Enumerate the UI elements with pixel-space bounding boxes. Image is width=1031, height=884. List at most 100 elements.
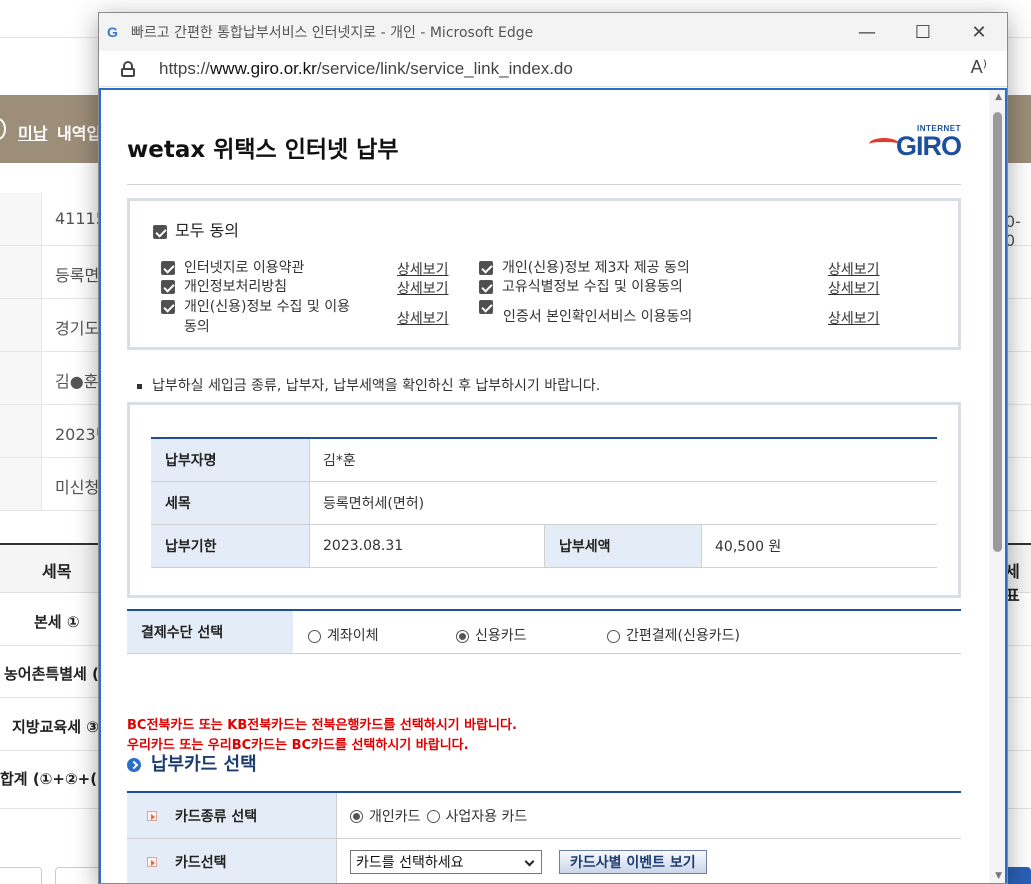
tax-amount-value: 40,500 원 <box>701 525 937 567</box>
payment-info-box: 납부자명 김*훈 세목 등록면허세(면허) 납부기한 2023.08.31 납부… <box>127 402 961 598</box>
background-button[interactable] <box>0 867 42 884</box>
agreement-label: 개인정보처리방침 <box>184 279 288 295</box>
agreement-detail-link[interactable]: 상세보기 <box>397 259 449 279</box>
agreement-detail-link[interactable]: 상세보기 <box>397 278 449 298</box>
table-row: 카드종류 선택 개인카드 사업자용 카드 <box>127 793 961 839</box>
bullet-arrow-icon <box>147 856 157 867</box>
agreement-label: 인터넷지로 이용약관 <box>184 260 305 276</box>
agreement-detail-link[interactable]: 상세보기 <box>828 278 880 298</box>
scroll-down-icon[interactable]: ▼ <box>995 871 1002 881</box>
agreement-item[interactable]: 고유식별정보 수집 및 이용동의 <box>479 277 683 297</box>
payment-method-label: 결제수단 선택 <box>127 611 293 653</box>
radio-icon[interactable] <box>308 629 321 643</box>
table-row: 납부자명 김*훈 <box>151 439 937 482</box>
card-type-label: 카드종류 선택 <box>127 793 336 838</box>
checkbox-icon[interactable] <box>161 280 175 294</box>
checkbox-icon[interactable] <box>161 300 175 314</box>
scrollbar-thumb[interactable] <box>993 112 1002 552</box>
background-banner-text: 내역입 <box>57 124 102 143</box>
agree-all-label: 모두 동의 <box>175 221 239 240</box>
maximize-icon: ☐ <box>914 21 932 43</box>
background-row-value: 미신청 <box>55 478 100 497</box>
popup-window: G 빠르고 간편한 통합납부서비스 인터넷지로 - 개인 - Microsoft… <box>98 12 1008 884</box>
agreement-detail-link[interactable]: 상세보기 <box>397 308 449 328</box>
agreement-label: 인증서 본인확인서비스 이용동의 <box>503 309 693 325</box>
title-bar: G 빠르고 간편한 통합납부서비스 인터넷지로 - 개인 - Microsoft… <box>99 13 1007 51</box>
address-bar[interactable]: https://www.giro.or.kr/service/link/serv… <box>99 51 1007 87</box>
background-table-header-label: 세표 <box>1005 562 1020 605</box>
checkbox-icon[interactable] <box>479 300 493 314</box>
minimize-icon: — <box>858 21 876 43</box>
agreement-label-continued: 동의 <box>184 319 210 335</box>
due-date-label: 납부기한 <box>151 525 309 567</box>
radio-icon[interactable] <box>607 629 620 643</box>
checkbox-icon[interactable] <box>479 280 493 294</box>
read-aloud-icon[interactable]: A⁾ <box>971 57 987 78</box>
agreement-detail-link[interactable]: 상세보기 <box>828 308 880 328</box>
due-date-value: 2023.08.31 <box>309 525 544 567</box>
checkbox-icon[interactable] <box>479 261 493 275</box>
tax-amount-label: 납부세액 <box>544 525 701 567</box>
card-type-options: 개인카드 사업자용 카드 <box>336 793 961 838</box>
background-row-value: 김●훈 <box>55 372 99 391</box>
card-event-button[interactable]: 카드사별 이벤트 보기 <box>559 849 707 874</box>
card-warning-1: BC전북카드 또는 KB전북카드는 전북은행카드를 선택하시기 바랍니다. <box>127 718 517 733</box>
payer-name-label: 납부자명 <box>151 439 309 481</box>
close-icon: ✕ <box>971 21 987 43</box>
background-table-cell: 농어촌특별세 ( <box>4 665 99 683</box>
table-row: 납부기한 2023.08.31 납부세액 40,500 원 <box>151 525 937 568</box>
page-content: ▲ ▼ wetax 위택스 인터넷 납부 INTERNET GIRO 모두 동의… <box>99 88 1007 883</box>
close-button[interactable]: ✕ <box>951 13 1007 51</box>
card-selection-table: 카드종류 선택 개인카드 사업자용 카드 카드선택 카드를 선택하세요 카드사별… <box>127 791 961 883</box>
agree-all-checkbox[interactable]: 모두 동의 <box>153 217 239 241</box>
radio-icon[interactable] <box>426 810 440 823</box>
maximize-button[interactable]: ☐ <box>895 13 951 51</box>
bullet-arrow-icon <box>147 810 157 821</box>
giro-logo: INTERNET GIRO <box>869 124 962 161</box>
agreement-item[interactable] <box>479 297 502 317</box>
payment-option-easy-pay[interactable]: 간편결제(신용카드) <box>607 625 740 645</box>
chevron-circle-icon <box>127 758 141 772</box>
vertical-scrollbar[interactable]: ▲ ▼ <box>989 90 1005 883</box>
payment-info-table: 납부자명 김*훈 세목 등록면허세(면허) 납부기한 2023.08.31 납부… <box>151 437 937 568</box>
lock-icon[interactable] <box>121 60 135 77</box>
tax-type-label: 세목 <box>151 482 309 524</box>
card-select-cell: 카드를 선택하세요 카드사별 이벤트 보기 <box>336 839 961 883</box>
background-table-header-label: 세목 <box>42 562 72 581</box>
payment-option-credit-card[interactable]: 신용카드 <box>456 625 527 645</box>
background-row-value: 등록면 <box>55 266 100 285</box>
background-table-cell: 본세 ① <box>34 613 80 631</box>
card-type-personal[interactable]: 개인카드 <box>350 806 421 826</box>
agreement-label: 고유식별정보 수집 및 이용동의 <box>502 279 683 295</box>
minimize-button[interactable]: — <box>839 13 895 51</box>
scroll-up-icon[interactable]: ▲ <box>995 92 1002 102</box>
payment-method-row: 결제수단 선택 계좌이체 신용카드 간편결제(신용카드) <box>127 609 961 654</box>
agreement-box: 모두 동의 인터넷지로 이용약관 상세보기 개인정보처리방침 상세보기 개인(신… <box>127 198 961 350</box>
background-row-value: 경기도 <box>55 319 100 338</box>
payer-name-value: 김*훈 <box>309 439 937 481</box>
window-title: 빠르고 간편한 통합납부서비스 인터넷지로 - 개인 - Microsoft E… <box>131 25 534 41</box>
tax-type-value: 등록면허세(면허) <box>309 482 937 524</box>
giro-logo-text: GIRO <box>895 131 962 161</box>
radio-selected-icon[interactable] <box>350 810 363 823</box>
agreement-detail-link[interactable]: 상세보기 <box>828 259 880 279</box>
agreement-item[interactable]: 인터넷지로 이용약관 <box>161 258 304 278</box>
agreement-item[interactable]: 개인(신용)정보 제3자 제공 동의 <box>479 258 690 278</box>
background-table-cell: 합계 (①+②+( <box>0 770 98 788</box>
card-type-business[interactable]: 사업자용 카드 <box>426 806 527 826</box>
page-title: wetax 위택스 인터넷 납부 <box>127 137 399 163</box>
agreement-item[interactable]: 개인(신용)정보 수집 및 이용 <box>161 297 350 317</box>
radio-selected-icon[interactable] <box>456 629 469 643</box>
payment-option-bank-transfer[interactable]: 계좌이체 <box>308 625 379 645</box>
background-banner-link[interactable]: 미납 <box>18 120 47 144</box>
card-select-dropdown[interactable]: 카드를 선택하세요 <box>350 849 542 874</box>
checkbox-icon[interactable] <box>161 261 175 275</box>
giro-favicon-icon: G <box>107 24 118 40</box>
card-select-label: 카드선택 <box>127 839 336 883</box>
url-text: https://www.giro.or.kr/service/link/serv… <box>159 58 573 78</box>
title-divider <box>127 184 961 185</box>
payment-notice: 납부하실 세입금 종류, 납부자, 납부세액을 확인하신 후 납부하시기 바랍니… <box>137 375 600 395</box>
card-section-title: 납부카드 선택 <box>127 750 257 776</box>
checkbox-icon[interactable] <box>153 224 167 239</box>
agreement-item[interactable]: 개인정보처리방침 <box>161 277 287 297</box>
